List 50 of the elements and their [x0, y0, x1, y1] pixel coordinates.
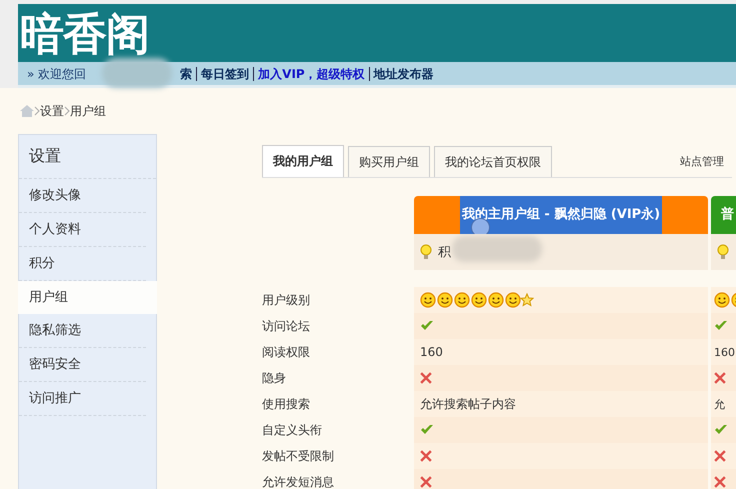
sidebar-title: 设置 [19, 135, 156, 179]
admin-link[interactable]: 站点管理 [680, 154, 724, 168]
cross-icon [420, 372, 432, 384]
row-label: 访问论坛 [262, 318, 310, 334]
chevron-icon [64, 106, 70, 116]
cross-icon [714, 476, 726, 488]
sidebar-item[interactable]: 个人资料 [19, 213, 146, 247]
cell-text: 允许搜索帖子内容 [420, 396, 516, 412]
check-icon [420, 424, 434, 436]
cell-text: 160 [420, 345, 443, 359]
group-title: 普 [720, 206, 735, 224]
welcome-text: » 欢迎您回 [26, 66, 88, 80]
row-label: 发帖不受限制 [262, 448, 334, 464]
tab[interactable]: 我的论坛首页权限 [434, 146, 552, 177]
row-label: 自定义头衔 [262, 422, 322, 438]
nav-link[interactable]: 每日签到 [197, 66, 254, 80]
cross-icon [420, 450, 432, 462]
blur-patch [102, 58, 172, 88]
home-icon [20, 105, 34, 117]
row-label: 隐身 [262, 370, 286, 386]
sidebar-item[interactable]: 修改头像 [19, 179, 146, 213]
row-label: 使用搜索 [262, 396, 310, 412]
sidebar-item[interactable]: 密码安全 [19, 348, 146, 382]
cross-icon [714, 372, 726, 384]
site-logo[interactable]: 暗香阁 [18, 8, 149, 62]
row-label: 阅读权限 [262, 344, 310, 360]
sidebar-item[interactable]: 访问推广 [19, 382, 146, 416]
bulb-icon [420, 244, 432, 260]
cross-icon [420, 476, 432, 488]
group-subtitle: 积 [438, 244, 451, 261]
sidebar-item[interactable]: 用户组 [18, 281, 157, 314]
check-icon [420, 320, 434, 332]
tab[interactable]: 购买用户组 [348, 146, 430, 177]
cursor-dot [471, 218, 490, 234]
breadcrumb-link[interactable]: 设置 [40, 102, 64, 120]
row-label: 允许发短消息 [262, 474, 334, 489]
row-label: 用户级别 [262, 292, 310, 308]
breadcrumb-link[interactable]: 用户组 [70, 102, 106, 120]
cell-text: 160 [714, 346, 735, 358]
chevron-icon [34, 106, 40, 116]
sidebar-item[interactable]: 隐私筛选 [19, 314, 146, 348]
nav-link[interactable]: 加入VIP，超级特权 [254, 66, 369, 80]
nav-link[interactable]: 地址发布器 [370, 66, 438, 80]
bulb-icon [717, 244, 729, 260]
cross-icon [714, 450, 726, 462]
cell-text: 允 [714, 396, 725, 412]
nav-link[interactable]: 索 [176, 66, 196, 80]
check-icon [714, 320, 728, 332]
tab[interactable]: 我的用户组 [262, 145, 344, 177]
check-icon [714, 424, 728, 436]
